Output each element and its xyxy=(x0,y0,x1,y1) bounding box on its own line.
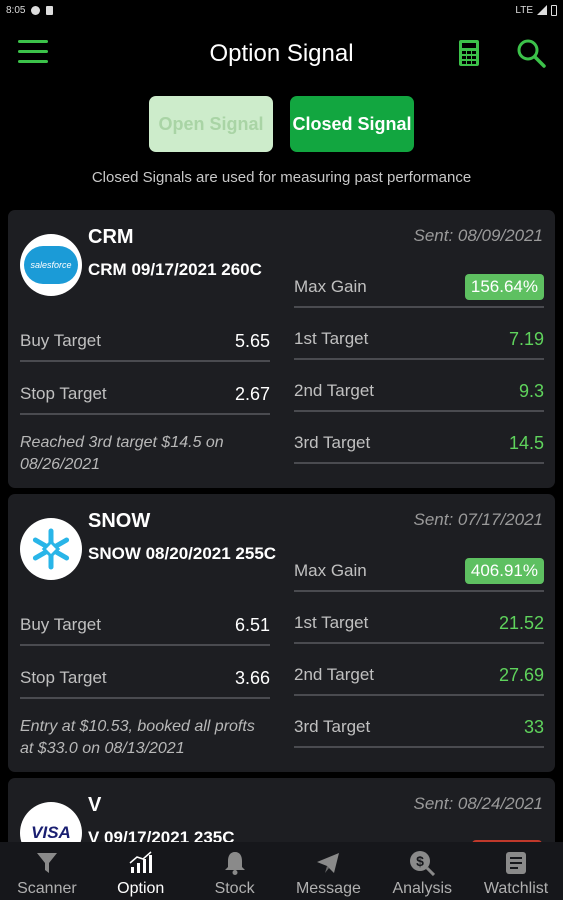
signal-card[interactable]: salesforce CRM CRM 09/17/2021 260C Sent:… xyxy=(8,210,555,488)
buy-target-label: Buy Target xyxy=(20,331,101,350)
open-signal-button[interactable]: Open Signal xyxy=(149,96,273,152)
signal-card[interactable]: SNOW SNOW 08/20/2021 255C Sent: 07/17/20… xyxy=(8,494,555,772)
closed-signal-button[interactable]: Closed Signal xyxy=(290,96,414,152)
first-target-label: 1st Target xyxy=(294,613,369,632)
second-target-label: 2nd Target xyxy=(294,665,375,684)
stop-target-value: 2.67 xyxy=(234,383,270,404)
first-target-value: 21.52 xyxy=(498,612,544,633)
second-target-value: 27.69 xyxy=(498,664,544,685)
buy-target-value: 6.51 xyxy=(234,614,270,635)
nav-option[interactable]: Option xyxy=(94,842,188,900)
sent-date: Sent: 08/09/2021 xyxy=(413,226,543,245)
third-target-label: 3rd Target xyxy=(294,717,371,736)
nav-label: Scanner xyxy=(17,880,77,897)
nav-scanner[interactable]: Scanner xyxy=(0,842,94,900)
logo-text: salesforce xyxy=(30,260,72,270)
stop-target-row: Stop Target 3.66 xyxy=(20,659,270,699)
stop-target-row: Stop Target 2.67 xyxy=(20,375,270,415)
nav-label: Stock xyxy=(214,880,255,897)
stop-target-value: 3.66 xyxy=(234,667,270,688)
second-target-value: 9.3 xyxy=(518,380,544,401)
logo-text: VISA xyxy=(31,823,71,842)
first-target-label: 1st Target xyxy=(294,329,369,348)
nav-label: Watchlist xyxy=(483,880,549,897)
sent-date: Sent: 08/24/2021 xyxy=(413,794,543,813)
signal-note: Entry at $10.53, booked all profts at $3… xyxy=(20,718,255,757)
stop-target-label: Stop Target xyxy=(20,668,107,687)
max-gain-value: 406.91% xyxy=(464,558,544,584)
max-gain-label: Max Gain xyxy=(294,561,367,580)
contract-name: SNOW 08/20/2021 255C xyxy=(88,544,277,563)
filter-icon xyxy=(34,850,60,876)
second-target-row: 2nd Target 27.69 xyxy=(294,656,544,696)
max-gain-row: Max Gain 156.64% xyxy=(294,268,544,308)
dollar-icon: $ xyxy=(409,850,436,876)
nav-label: Message xyxy=(295,880,361,897)
subtitle: Closed Signals are used for measuring pa… xyxy=(91,169,472,186)
buy-target-row: Buy Target 6.51 xyxy=(20,606,270,646)
ticker: V xyxy=(88,794,102,816)
app-bar: Option Signal xyxy=(0,28,563,80)
ticker: SNOW xyxy=(88,510,151,532)
nav-stock[interactable]: Stock xyxy=(188,842,282,900)
send-icon xyxy=(315,850,341,876)
location-icon xyxy=(31,5,41,15)
first-target-row: 1st Target 7.19 xyxy=(294,320,544,360)
nav-label: Analysis xyxy=(392,880,453,897)
nav-message[interactable]: Message xyxy=(281,842,375,900)
battery-icon xyxy=(551,4,557,16)
third-target-row: 3rd Target 33 xyxy=(294,708,544,748)
bar-chart-icon xyxy=(128,850,154,876)
second-target-label: 2nd Target xyxy=(294,381,375,400)
signal-icon xyxy=(537,5,547,15)
status-bar: 8:05 LTE xyxy=(0,0,563,20)
third-target-value: 33 xyxy=(523,716,544,737)
nav-analysis[interactable]: $ Analysis xyxy=(375,842,469,900)
network-label: LTE xyxy=(515,4,533,16)
stop-target-label: Stop Target xyxy=(20,384,107,403)
max-gain-row: Max Gain 406.91% xyxy=(294,552,544,592)
max-gain-value: 156.64% xyxy=(464,274,544,300)
status-time: 8:05 xyxy=(6,4,26,16)
watchlist-icon xyxy=(503,850,529,876)
snowflake-logo xyxy=(20,518,82,580)
second-target-row: 2nd Target 9.3 xyxy=(294,372,544,412)
nav-label: Option xyxy=(117,880,165,897)
signal-note: Reached 3rd target $14.5 on 08/26/2021 xyxy=(20,434,224,473)
svg-text:$: $ xyxy=(416,853,424,869)
first-target-row: 1st Target 21.52 xyxy=(294,604,544,644)
bottom-nav: Scanner Option Stock Message $ Analysis xyxy=(0,842,563,900)
salesforce-logo: salesforce xyxy=(20,234,82,296)
third-target-row: 3rd Target 14.5 xyxy=(294,424,544,464)
buy-target-value: 5.65 xyxy=(234,330,270,351)
buy-target-row: Buy Target 5.65 xyxy=(20,322,270,362)
sent-date: Sent: 07/17/2021 xyxy=(413,510,543,529)
first-target-value: 7.19 xyxy=(508,328,544,349)
notification-icon xyxy=(46,5,54,15)
max-gain-label: Max Gain xyxy=(294,277,367,296)
nav-watchlist[interactable]: Watchlist xyxy=(469,842,563,900)
third-target-label: 3rd Target xyxy=(294,433,371,452)
contract-name: CRM 09/17/2021 260C xyxy=(88,260,262,279)
third-target-value: 14.5 xyxy=(508,432,544,453)
bell-icon xyxy=(222,850,248,876)
ticker: CRM xyxy=(88,226,134,248)
buy-target-label: Buy Target xyxy=(20,615,101,634)
search-icon[interactable] xyxy=(516,38,546,68)
calculator-icon[interactable] xyxy=(458,39,480,67)
